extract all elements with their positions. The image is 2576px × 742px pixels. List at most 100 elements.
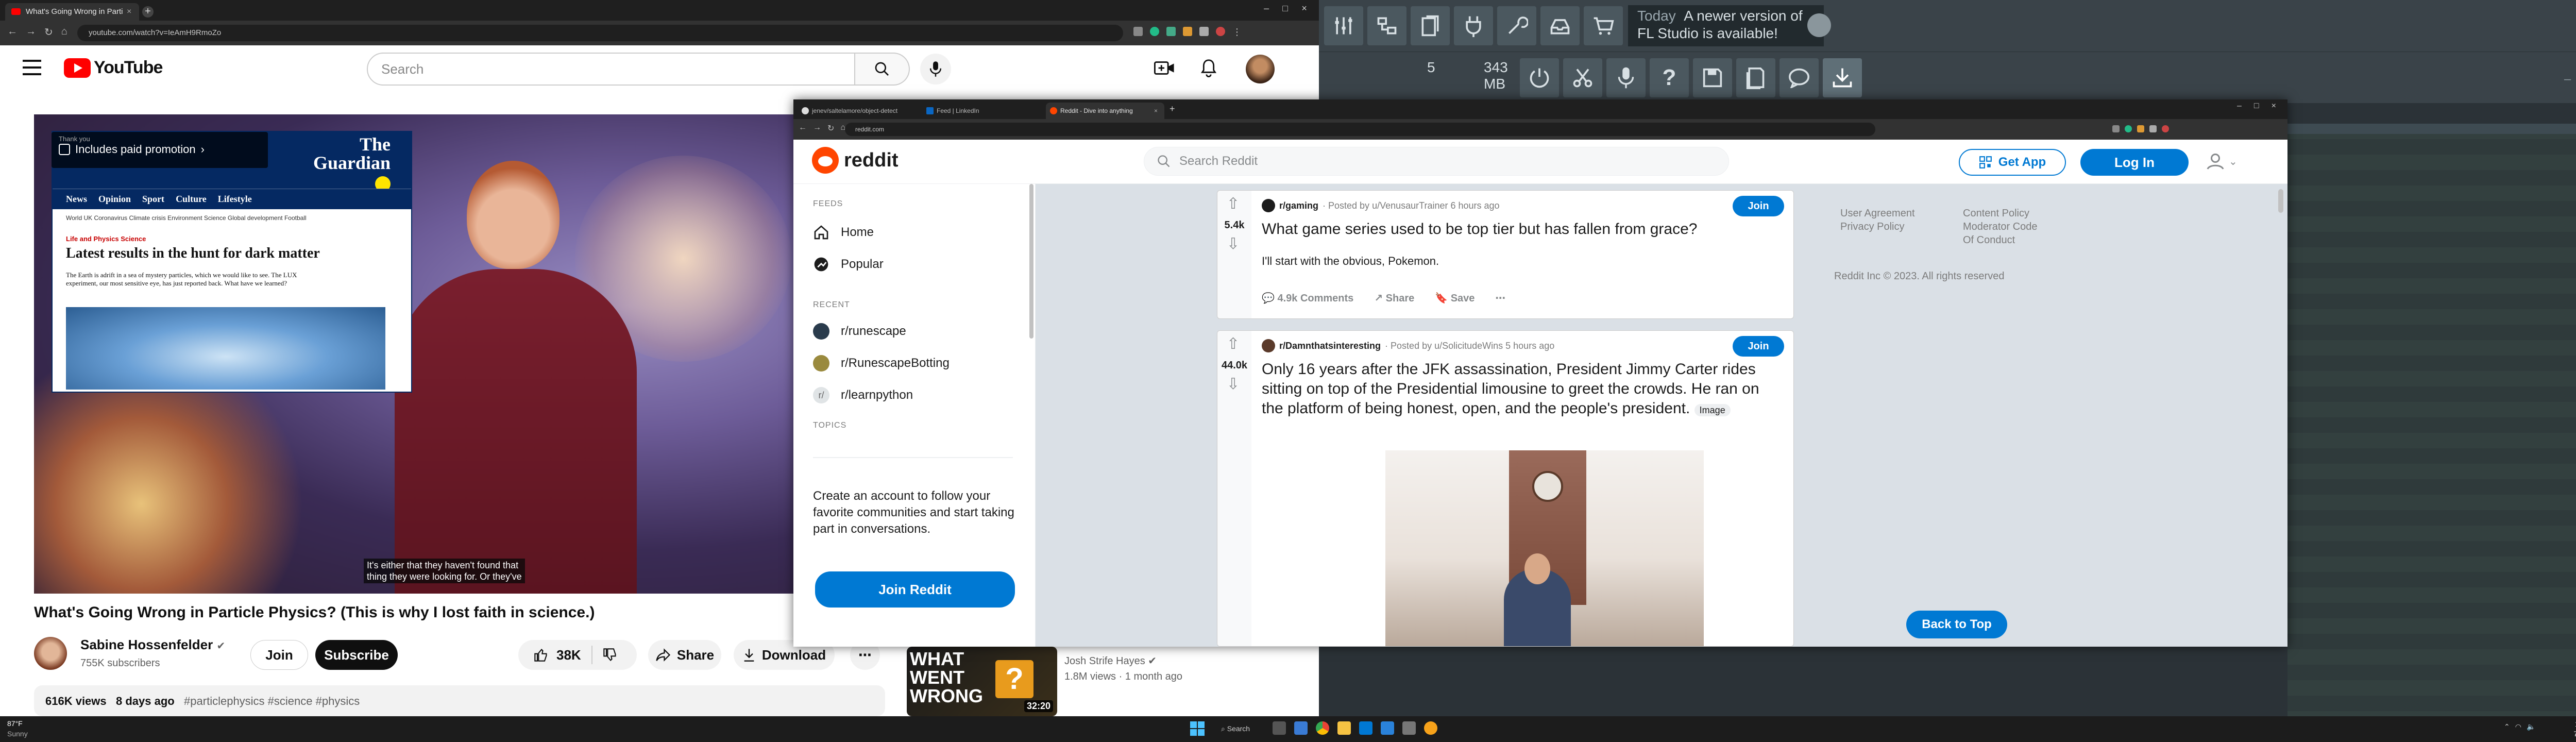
extension-icon[interactable]: [1150, 27, 1159, 36]
youtube-logo[interactable]: YouTube: [64, 58, 163, 78]
start-button[interactable]: [1190, 721, 1205, 736]
save-button[interactable]: 🔖 Save: [1435, 292, 1475, 305]
tab-close-icon[interactable]: ×: [127, 3, 131, 21]
help-button[interactable]: ?: [1650, 58, 1689, 97]
sidebar-item-home[interactable]: Home: [813, 224, 874, 241]
mixer-button[interactable]: [1324, 6, 1363, 45]
wifi-icon[interactable]: ◠: [2515, 722, 2521, 731]
hashtags[interactable]: #particlephysics #science #physics: [184, 695, 360, 707]
upvote-arrow-icon[interactable]: ⇧: [1227, 195, 1240, 213]
puzzle-icon[interactable]: [1199, 27, 1209, 36]
extension-icon[interactable]: [1183, 27, 1192, 36]
globe-icon[interactable]: [1807, 13, 1831, 37]
channel-name[interactable]: Sabine Hossenfelder: [80, 637, 213, 652]
notifications-button[interactable]: [1193, 53, 1224, 83]
chevron-up-icon[interactable]: ⌃: [2504, 722, 2510, 731]
join-reddit-button[interactable]: Join Reddit: [815, 571, 1015, 608]
sidebar-item-popular[interactable]: Popular: [813, 256, 884, 273]
vscode-icon[interactable]: [1359, 721, 1372, 735]
chrome-icon[interactable]: [1316, 721, 1329, 735]
tab-close-icon[interactable]: ×: [1154, 103, 1158, 119]
countdown-button[interactable]: [1520, 58, 1559, 97]
footer-link[interactable]: Privacy Policy: [1840, 220, 1954, 233]
minimize-icon[interactable]: –: [1264, 3, 1269, 19]
home-icon[interactable]: ⌂: [61, 26, 67, 40]
related-video-thumbnail[interactable]: WHAT WENT WRONG ? 32:20: [907, 647, 1057, 716]
sidebar-scrollbar[interactable]: [1029, 184, 1033, 339]
post-title[interactable]: Only 16 years after the JFK assassinatio…: [1262, 360, 1782, 420]
maximize-icon[interactable]: □: [1282, 3, 1288, 19]
close-window-icon[interactable]: ×: [1301, 3, 1307, 19]
downvote-arrow-icon[interactable]: ⇩: [1227, 375, 1240, 393]
subreddit-link[interactable]: r/Damnthatsinteresting: [1279, 341, 1381, 351]
post-author[interactable]: · Posted by u/SolicitudeWins 5 hours ago: [1385, 341, 1554, 351]
post-author[interactable]: · Posted by u/VenusaurTrainer 6 hours ag…: [1323, 200, 1500, 211]
post-card[interactable]: ⇧ 44.0k ⇩ r/Damnthatsinteresting · Poste…: [1217, 330, 1794, 647]
profile-icon[interactable]: [2162, 125, 2169, 132]
task-view-icon[interactable]: [1273, 721, 1286, 735]
footer-link[interactable]: Moderator Code Of Conduct: [1963, 220, 2040, 247]
post-image[interactable]: [1385, 450, 1704, 646]
join-subreddit-button[interactable]: Join: [1733, 336, 1784, 357]
extension-icon[interactable]: [1166, 27, 1176, 36]
update-notice[interactable]: Today A newer version of FL Studio is av…: [1628, 5, 1824, 46]
more-options-icon[interactable]: ⋯: [1495, 292, 1505, 305]
new-tab-icon[interactable]: +: [1170, 104, 1175, 114]
close-window-icon[interactable]: ×: [2272, 102, 2276, 111]
video-description-box[interactable]: 616K views 8 days ago #particlephysics #…: [34, 685, 885, 716]
post-flair[interactable]: Image: [1694, 404, 1731, 416]
reddit-search-input[interactable]: Search Reddit: [1144, 147, 1729, 176]
sidebar-item-runescape[interactable]: r/runescape: [813, 323, 906, 340]
browser-button[interactable]: [1411, 6, 1450, 45]
footer-link[interactable]: User Agreement: [1840, 207, 1954, 220]
related-channel-row[interactable]: Josh Strife Hayes ✔: [1064, 654, 1157, 667]
comments-button[interactable]: 💬 4.9k Comments: [1262, 292, 1353, 305]
forward-icon[interactable]: →: [26, 26, 36, 40]
url-bar[interactable]: reddit.com: [845, 123, 1875, 136]
weather-widget[interactable]: 87°F Sunny: [7, 718, 28, 739]
url-bar[interactable]: youtube.com/watch?v=IeAmH9RmoZo: [77, 25, 1123, 41]
sidebar-item-learnpython[interactable]: r/ r/learnpython: [813, 387, 913, 403]
hamburger-menu-icon[interactable]: [23, 60, 41, 75]
related-channel[interactable]: Josh Strife Hayes: [1064, 655, 1145, 667]
app-icon[interactable]: [1402, 721, 1416, 735]
channel-rack-button[interactable]: [1367, 6, 1406, 45]
plugin-button[interactable]: [1454, 6, 1493, 45]
new-tab-icon[interactable]: +: [142, 6, 154, 18]
record-audio-button[interactable]: [1606, 58, 1646, 97]
forward-icon[interactable]: →: [813, 123, 821, 133]
extension-icon[interactable]: [2137, 125, 2144, 132]
paid-promotion-badge[interactable]: Thank you Includes paid promotion ›: [52, 132, 268, 168]
share-button[interactable]: Share: [648, 640, 721, 670]
tab-youtube[interactable]: What's Going Wrong in Parti ×: [5, 3, 139, 21]
thumbs-down-icon[interactable]: [603, 648, 617, 662]
back-icon[interactable]: ←: [799, 123, 807, 133]
join-button[interactable]: Join: [250, 640, 308, 670]
search-button[interactable]: [855, 53, 910, 86]
voice-search-button[interactable]: [920, 54, 951, 85]
get-app-button[interactable]: Get App: [1959, 149, 2066, 176]
fl-timeline-ruler[interactable]: [2287, 124, 2576, 134]
post-title[interactable]: What game series used to be top tier but…: [1262, 221, 1777, 238]
mic-tool-button[interactable]: [1497, 6, 1536, 45]
menu-dots-icon[interactable]: ⋮: [1232, 27, 1242, 39]
user-avatar[interactable]: [1246, 55, 1275, 83]
video-player[interactable]: The Guardian News Opinion Sport Culture L…: [34, 114, 885, 594]
reddit-logo[interactable]: reddit: [812, 147, 899, 174]
user-menu-button[interactable]: ⌄: [2206, 152, 2238, 171]
subscribe-button[interactable]: Subscribe: [315, 640, 398, 670]
search-input[interactable]: Search: [367, 53, 855, 86]
reload-icon[interactable]: ↻: [44, 26, 53, 40]
footer-link[interactable]: Content Policy: [1963, 207, 2040, 220]
taskbar-clock[interactable]: 1:17 PM 7/9/2023: [2550, 719, 2576, 739]
reload-icon[interactable]: ↻: [827, 123, 834, 133]
save-as-button[interactable]: [1736, 58, 1775, 97]
post-card[interactable]: ⇧ 5.4k ⇩ r/gaming · Posted by u/Venusaur…: [1217, 190, 1794, 319]
sidebar-item-runescapebotting[interactable]: r/RunescapeBotting: [813, 355, 950, 372]
save-button[interactable]: [1693, 58, 1732, 97]
minimize-icon[interactable]: –: [2564, 72, 2571, 91]
fl-studio-icon[interactable]: [1424, 721, 1437, 735]
volume-icon[interactable]: 🔈: [2527, 722, 2535, 731]
chat-button[interactable]: [1780, 58, 1819, 97]
maximize-icon[interactable]: □: [2254, 102, 2259, 111]
